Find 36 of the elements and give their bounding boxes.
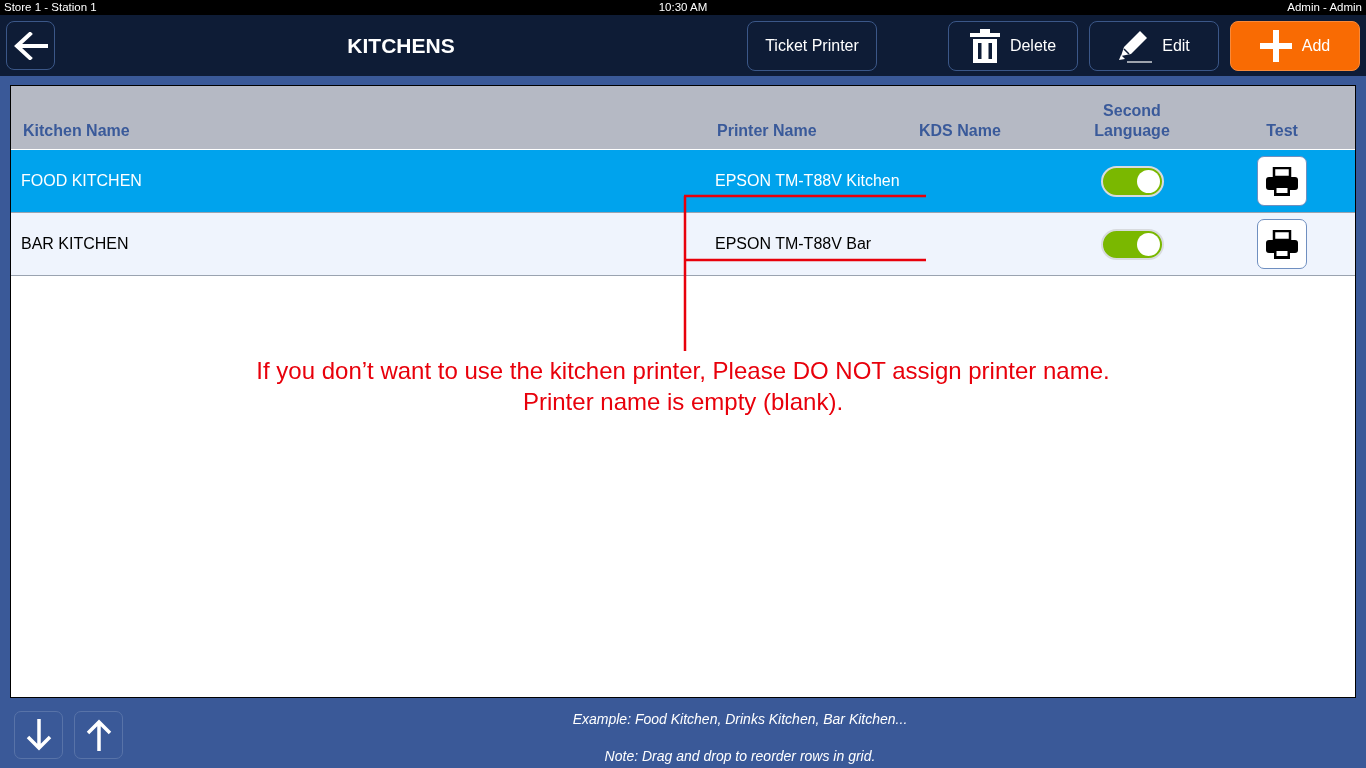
test-print-button[interactable]: [1257, 156, 1307, 206]
up-arrow-icon: [85, 719, 112, 751]
toggle-switch[interactable]: [1100, 165, 1164, 197]
kitchen-name: FOOD KITCHEN: [21, 172, 142, 189]
hint-text: Example: Food Kitchen, Drinks Kitchen, Bar Kitchen...: [572, 710, 908, 729]
toggle-switch[interactable]: [1100, 228, 1164, 260]
annotation-text: If you don’t want to use the kitchen printer, Please DO NOT assign printer name.: [256, 356, 1110, 386]
printer-icon: [1266, 229, 1298, 259]
column-header: Test: [1266, 122, 1298, 139]
column-header: Second Language: [1093, 101, 1171, 141]
station-label: Store 1 - Station 1: [4, 1, 97, 13]
back-arrow-icon: [13, 31, 48, 60]
trash-icon: [969, 29, 1000, 63]
column-header: Printer Name: [717, 122, 817, 139]
delete-button[interactable]: Delete: [948, 21, 1078, 71]
page-title: KITCHENS: [347, 34, 455, 57]
printer-name: EPSON TM-T88V Kitchen: [715, 172, 900, 189]
ticket-printer-button[interactable]: Ticket Printer: [747, 21, 877, 71]
plus-icon: [1259, 30, 1292, 62]
back-button[interactable]: [6, 21, 55, 70]
move-down-button[interactable]: [14, 711, 63, 759]
down-arrow-icon: [25, 719, 52, 751]
table-row[interactable]: BAR KITCHEN EPSON TM-T88V Bar: [11, 213, 1355, 276]
kitchen-name: BAR KITCHEN: [21, 235, 129, 252]
user-label: Admin - Admin: [1287, 1, 1362, 13]
pencil-icon: [1118, 29, 1153, 63]
printer-name: EPSON TM-T88V Bar: [715, 235, 872, 252]
printer-icon: [1266, 166, 1298, 196]
column-header: Kitchen Name: [23, 122, 130, 139]
test-print-button[interactable]: [1257, 219, 1307, 269]
column-header: KDS Name: [919, 122, 1001, 139]
move-up-button[interactable]: [74, 711, 123, 759]
edit-button[interactable]: Edit: [1089, 21, 1219, 71]
clock-time: 10:30 AM: [658, 1, 708, 13]
annotation-text: Printer name is empty (blank).: [522, 387, 844, 417]
hint-text: Note: Drag and drop to reorder rows in grid.: [604, 747, 876, 766]
